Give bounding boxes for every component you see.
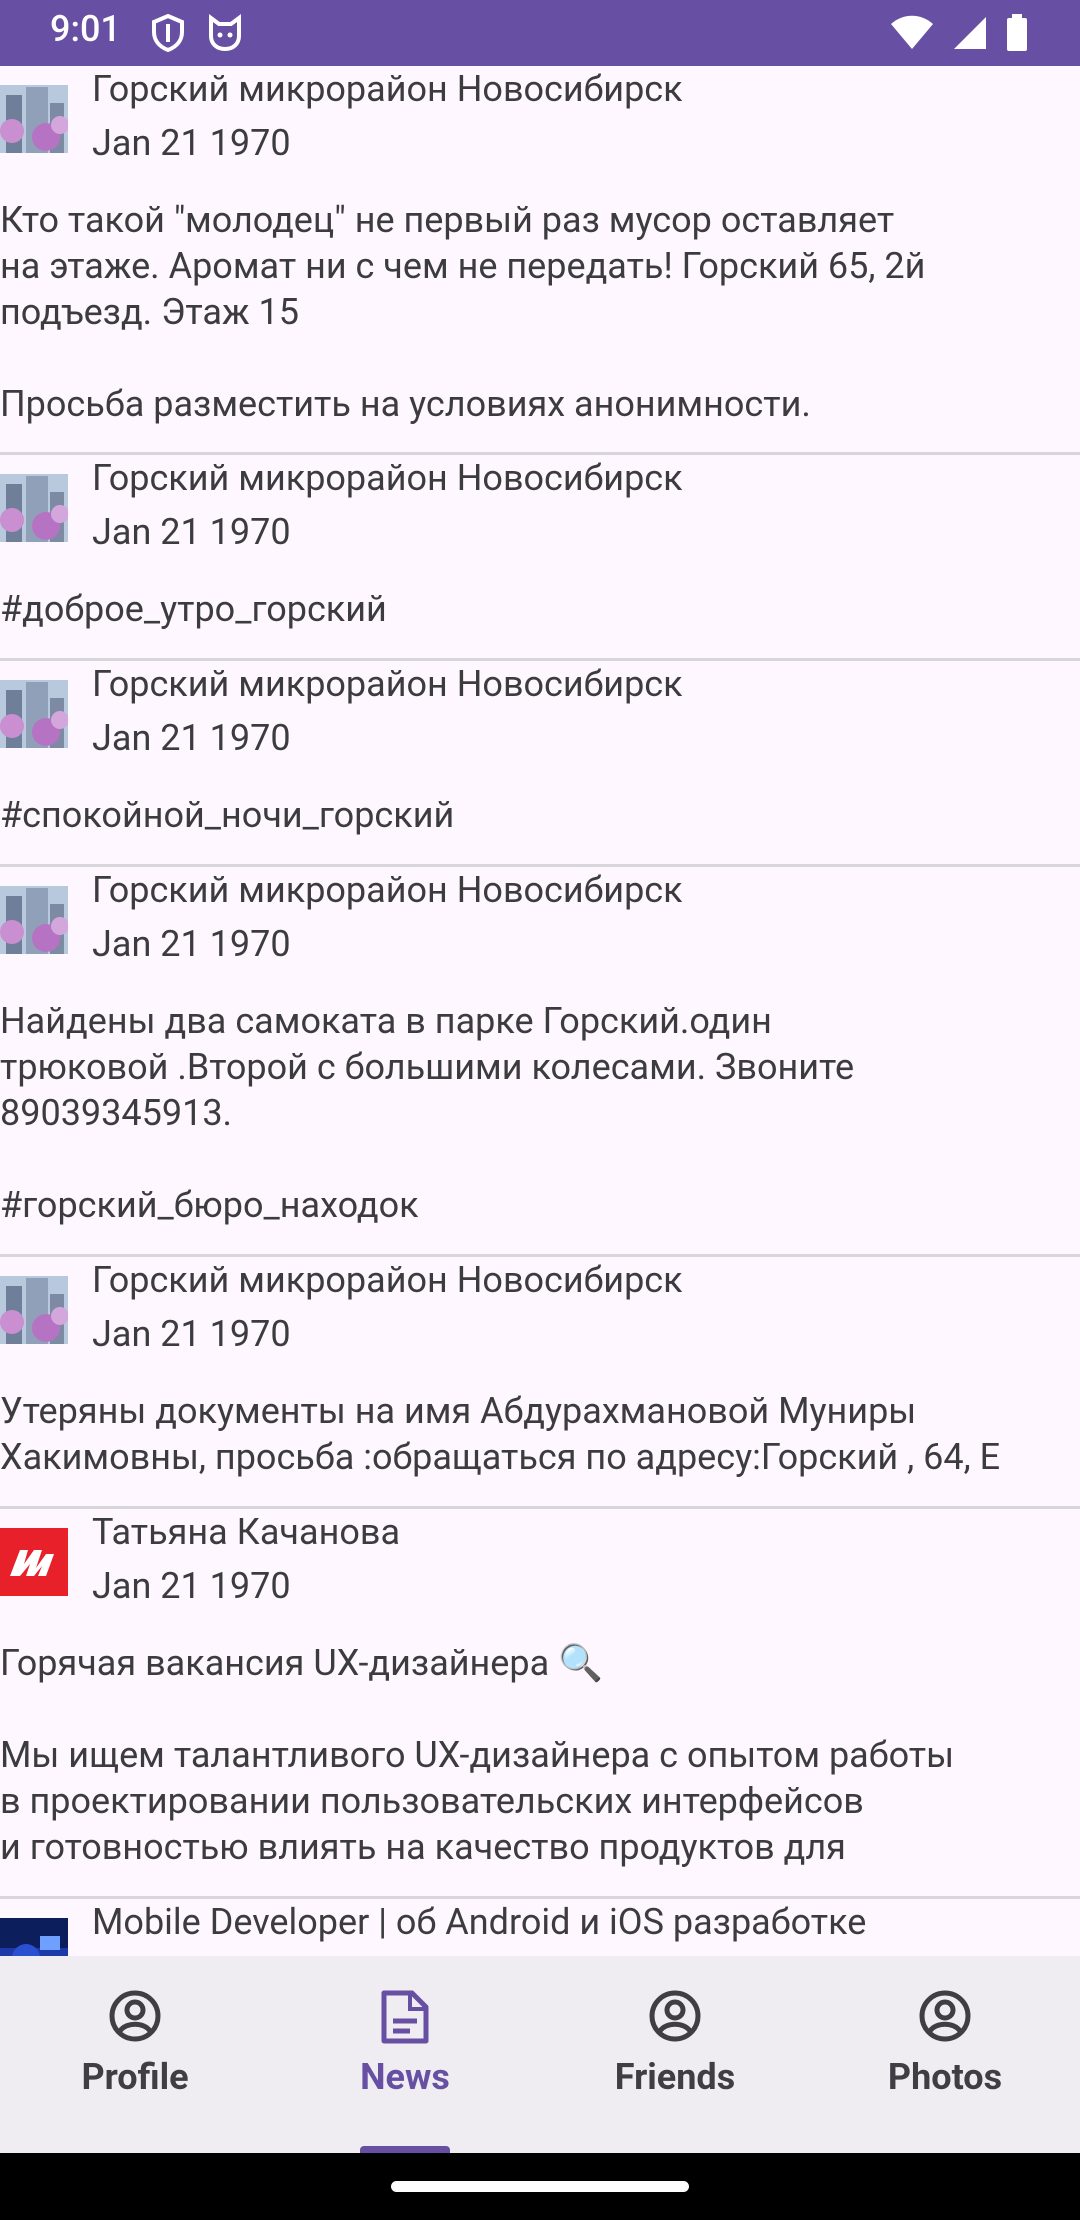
post-text: #спокойной_ночи_горский	[0, 794, 455, 836]
nav-label: Photos	[887, 2056, 1003, 2098]
post-author[interactable]: Горский микрорайон Новосибирск	[92, 68, 683, 110]
post-date: Jan 21 1970	[92, 122, 291, 164]
post-item[interactable]: Горский микрорайон Новосибирск Jan 21 19…	[0, 66, 1080, 455]
nav-item-profile[interactable]: Profile	[0, 1956, 270, 2153]
post-avatar	[0, 1918, 68, 1956]
account-circle-icon	[918, 1989, 972, 2047]
post-date: Jan 21 1970	[92, 923, 291, 965]
account-circle-icon	[648, 1989, 702, 2047]
status-time: 9:01	[50, 8, 121, 50]
post-text: Кто такой "молодец" не первый раз мусор …	[0, 199, 926, 425]
post-item[interactable]: Татьяна Качанова Jan 21 1970 Горячая вак…	[0, 1509, 1080, 1899]
gesture-bar	[0, 2153, 1080, 2220]
account-circle-icon	[108, 1989, 162, 2047]
post-avatar	[0, 474, 68, 542]
post-item[interactable]: Горский микрорайон Новосибирск Jan 21 19…	[0, 661, 1080, 867]
post-text: Горячая вакансия UX-дизайнера 🔍 Мы ищем …	[0, 1642, 955, 1868]
post-avatar	[0, 1528, 68, 1596]
home-gesture-handle[interactable]	[391, 2181, 689, 2192]
post-author[interactable]: Горский микрорайон Новосибирск	[92, 663, 683, 705]
battery-icon	[1006, 14, 1028, 56]
post-author[interactable]: Горский микрорайон Новосибирск	[92, 869, 683, 911]
post-item[interactable]: Mobile Developer | об Android и iOS разр…	[0, 1899, 1080, 1956]
news-feed[interactable]: Горский микрорайон Новосибирск Jan 21 19…	[0, 66, 1080, 1956]
post-item[interactable]: Горский микрорайон Новосибирск Jan 21 19…	[0, 1257, 1080, 1509]
nav-label: Friends	[614, 2056, 736, 2098]
nav-label: Profile	[81, 2056, 189, 2098]
post-date: Jan 21 1970	[92, 1313, 291, 1355]
status-bar: 9:01	[0, 0, 1080, 66]
post-avatar	[0, 886, 68, 954]
nav-label: News	[360, 2056, 450, 2098]
nav-item-friends[interactable]: Friends	[540, 1956, 810, 2153]
active-indicator	[360, 2146, 450, 2153]
post-date: Jan 21 1970	[92, 717, 291, 759]
article-icon	[380, 1989, 430, 2049]
bottom-navigation: Profile News Friends Photos	[0, 1956, 1080, 2153]
signal-icon	[952, 15, 988, 55]
cat-icon	[206, 14, 244, 56]
post-date: Jan 21 1970	[92, 511, 291, 553]
post-item[interactable]: Горский микрорайон Новосибирск Jan 21 19…	[0, 455, 1080, 661]
nav-item-news[interactable]: News	[270, 1956, 540, 2153]
post-date: Jan 21 1970	[92, 1565, 291, 1607]
post-avatar	[0, 680, 68, 748]
nav-item-photos[interactable]: Photos	[810, 1956, 1080, 2153]
post-author[interactable]: Mobile Developer | об Android и iOS разр…	[92, 1901, 866, 1943]
post-author[interactable]: Горский микрорайон Новосибирск	[92, 457, 683, 499]
post-text: #доброе_утро_горский	[0, 588, 387, 630]
post-author[interactable]: Татьяна Качанова	[92, 1511, 400, 1553]
post-text: Утеряны документы на имя Абдурахмановой …	[0, 1390, 1001, 1478]
wifi-icon	[890, 15, 934, 55]
post-author[interactable]: Горский микрорайон Новосибирск	[92, 1259, 683, 1301]
post-item[interactable]: Горский микрорайон Новосибирск Jan 21 19…	[0, 867, 1080, 1257]
shield-icon	[150, 13, 186, 56]
post-avatar	[0, 85, 68, 153]
post-text: Найдены два самоката в парке Горский.оди…	[0, 1000, 855, 1226]
post-avatar	[0, 1276, 68, 1344]
